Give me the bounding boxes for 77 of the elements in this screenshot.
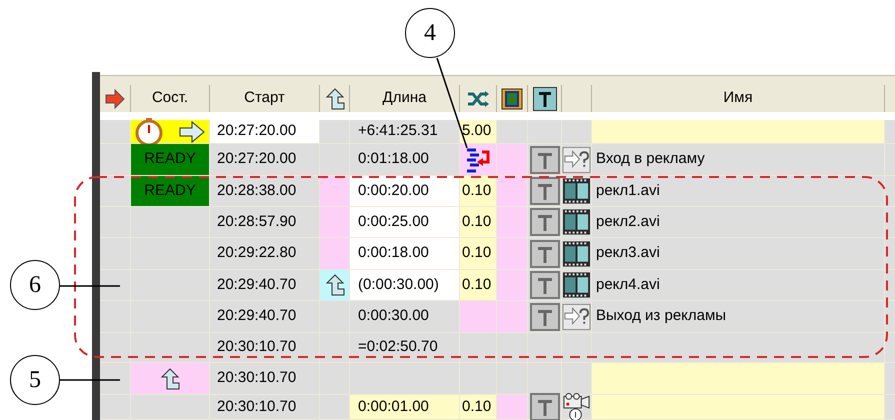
stopwatch-icon (134, 116, 164, 146)
return-arrow-icon (159, 368, 181, 390)
start-time: 20:28:57.90 (210, 207, 320, 238)
text-icon (532, 86, 556, 110)
table-cell (460, 301, 497, 333)
duration: +6:41:25.31 (350, 120, 460, 144)
clip-name: рекл1.avi (592, 176, 885, 207)
table-cell (100, 176, 131, 207)
duration: 0:00:01.00 (350, 395, 460, 420)
start-time: 20:29:40.70 (210, 301, 320, 333)
status-label: READY (131, 176, 210, 207)
transition-time: 0.10 (460, 395, 497, 420)
table-cell (885, 176, 895, 207)
table-cell (497, 333, 528, 363)
table-cell (320, 395, 350, 420)
arrow-right-icon (178, 120, 206, 144)
transition-time: 0.10 (460, 176, 497, 207)
shuffle-icon (467, 90, 489, 106)
table-cell (460, 363, 497, 395)
duration: (0:00:30.00) (350, 270, 460, 301)
start-time: 20:28:38.00 (210, 176, 320, 207)
block-entry-icon (464, 146, 492, 174)
table-cell (885, 144, 895, 176)
clip-name: рекл4.avi (592, 270, 885, 301)
transition-time: 5.00 (460, 120, 497, 144)
start-time: 20:27:20.00 (210, 120, 320, 144)
table-cell (320, 144, 350, 176)
table-cell (100, 144, 131, 176)
duration: =0:02:50.70 (350, 333, 460, 363)
duration: 0:00:30.00 (350, 301, 460, 333)
transition-time: 0.10 (460, 238, 497, 270)
return-arrow-icon (324, 274, 346, 296)
table-cell (885, 333, 895, 363)
table-cell (100, 270, 131, 301)
table-cell (100, 207, 131, 238)
table-cell (100, 395, 131, 420)
table-cell (320, 363, 350, 395)
table-cell (885, 120, 895, 144)
table-cell (497, 363, 528, 395)
column-header[interactable]: Старт (210, 85, 320, 112)
leader-line (60, 285, 120, 287)
table-cell (100, 333, 131, 363)
column-header[interactable]: Имя (592, 85, 885, 112)
table-cell (885, 395, 895, 420)
layers-icon (501, 88, 523, 110)
clip-name: рекл2.avi (592, 207, 885, 238)
callout-number: 4 (405, 8, 455, 58)
table-cell (100, 301, 131, 333)
leader-line (60, 379, 120, 381)
status-label: READY (131, 144, 210, 176)
start-time: 20:29:40.70 (210, 270, 320, 301)
start-time: 20:29:22.80 (210, 238, 320, 270)
table-cell (320, 333, 350, 363)
column-header[interactable]: Сост. (131, 85, 210, 112)
duration: 0:01:18.00 (350, 144, 460, 176)
table-cell (320, 120, 350, 144)
table-cell (497, 120, 528, 144)
duration: 0:00:20.00 (350, 176, 460, 207)
arrow-right-icon (104, 88, 126, 108)
duration: 0:00:18.00 (350, 238, 460, 270)
start-time: 20:30:10.70 (210, 333, 320, 363)
table-cell (885, 363, 895, 395)
clip-name: Вход в рекламу (592, 144, 885, 176)
start-time: 20:27:20.00 (210, 144, 320, 176)
duration: 0:00:25.00 (350, 207, 460, 238)
table-cell (460, 333, 497, 363)
return-arrow-icon (324, 88, 346, 110)
transition-time: 0.10 (460, 207, 497, 238)
callout-number: 5 (10, 355, 60, 405)
start-time: 20:30:10.70 (210, 363, 320, 395)
start-time: 20:30:10.70 (210, 395, 320, 420)
table-cell (100, 238, 131, 270)
transition-time: 0.10 (460, 270, 497, 301)
column-header[interactable]: Длина (350, 85, 460, 112)
callout-number: 6 (10, 260, 60, 310)
clip-name: рекл3.avi (592, 238, 885, 270)
clip-name: Выход из рекламы (592, 301, 885, 333)
